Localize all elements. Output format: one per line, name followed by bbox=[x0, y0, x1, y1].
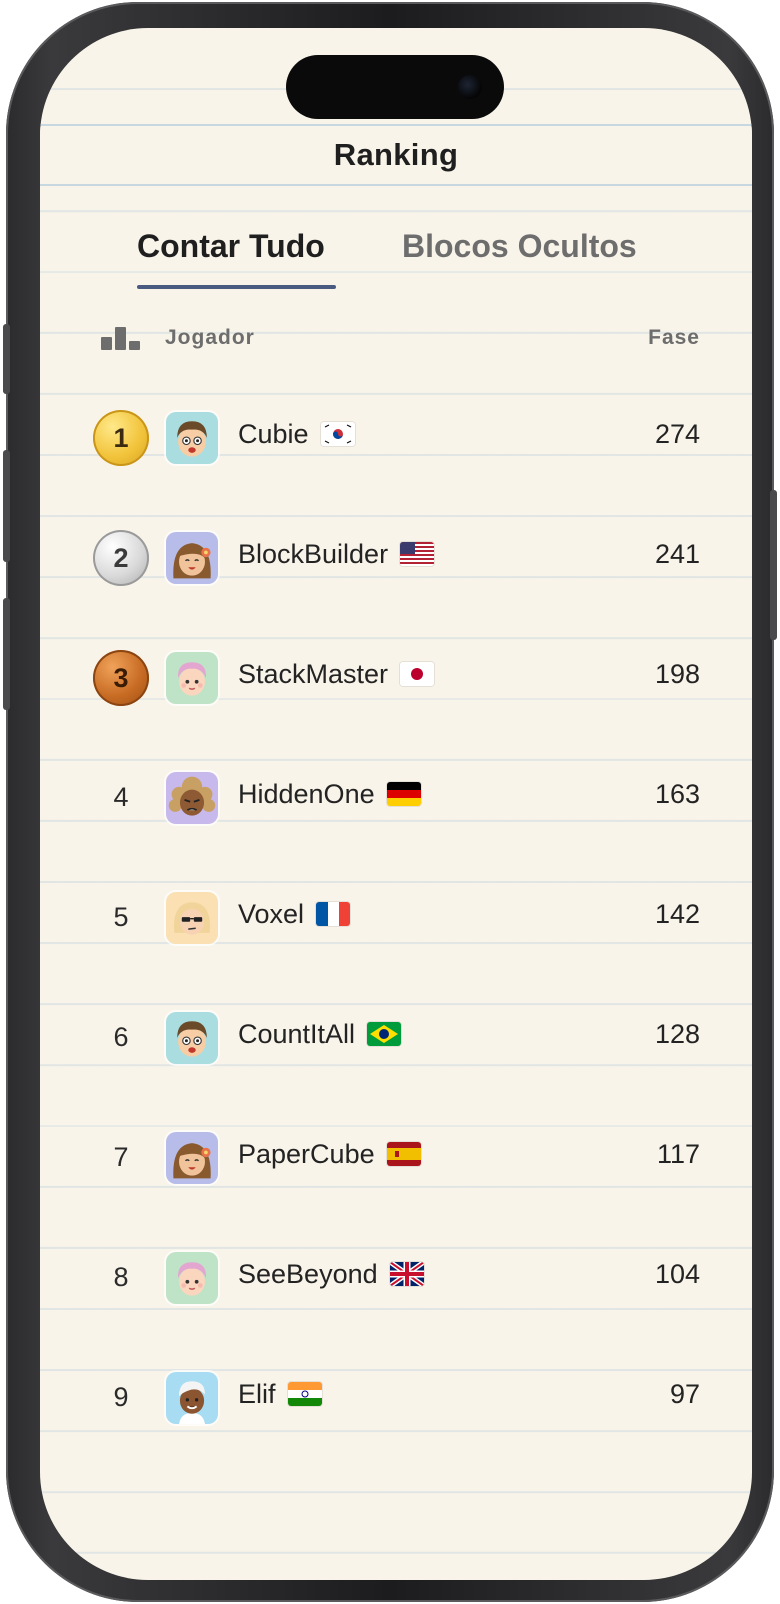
player-name: BlockBuilder bbox=[238, 539, 435, 570]
avatar-girl-flower bbox=[164, 1130, 220, 1186]
player-name-text: Voxel bbox=[238, 899, 305, 929]
player-phase: 198 bbox=[654, 659, 700, 689]
player-name-text: PaperCube bbox=[238, 1139, 375, 1169]
avatar-sunglasses-blonde bbox=[164, 890, 220, 946]
bronze-medal-icon: 3 bbox=[93, 650, 149, 706]
player-name-text: StackMaster bbox=[238, 659, 389, 689]
flag-france-icon bbox=[316, 901, 351, 926]
avatar-pink-hair bbox=[164, 650, 220, 706]
rank-number: 4 bbox=[113, 782, 129, 812]
player-name-text: BlockBuilder bbox=[238, 539, 389, 569]
active-tab-indicator bbox=[137, 285, 336, 289]
player-name: StackMaster bbox=[238, 659, 435, 690]
rank-number: 9 bbox=[113, 1382, 129, 1412]
player-phase: 142 bbox=[654, 899, 700, 929]
column-header-player: Jogador bbox=[165, 326, 255, 349]
player-name-text: SeeBeyond bbox=[238, 1259, 378, 1289]
player-name-text: HiddenOne bbox=[238, 779, 375, 809]
player-name: PaperCube bbox=[238, 1139, 421, 1170]
player-name-text: Cubie bbox=[238, 419, 309, 449]
tab-bar: Contar Tudo Blocos Ocultos bbox=[40, 206, 752, 290]
leaderboard-row[interactable]: 10LayerUp89 bbox=[40, 1455, 752, 1474]
page-title: Ranking bbox=[333, 137, 459, 172]
player-phase: 128 bbox=[654, 1019, 700, 1049]
leaderboard-row[interactable]: 1 Cubie 274 bbox=[40, 375, 752, 495]
list-header: Jogador Fase bbox=[40, 312, 752, 362]
flag-brazil-icon bbox=[367, 1021, 402, 1046]
app-screen: 1 Cubie 274 2 BlockBuilder 241 3 StackMaster 198… bbox=[40, 28, 752, 1580]
flag-south-korea-icon bbox=[320, 421, 355, 446]
leaderboard-row[interactable]: 7 PaperCube 117 bbox=[40, 1095, 752, 1215]
player-name: Voxel bbox=[238, 899, 351, 930]
player-phase: 274 bbox=[654, 419, 700, 449]
player-name: Cubie bbox=[238, 419, 355, 450]
avatar-girl-flower bbox=[164, 530, 220, 586]
tab-blocos-ocultos[interactable]: Blocos Ocultos bbox=[402, 228, 637, 265]
avatar-pink-hair bbox=[164, 1250, 220, 1306]
rank-number: 5 bbox=[113, 902, 129, 932]
rank-number: 7 bbox=[113, 1142, 129, 1172]
flag-usa-icon bbox=[400, 541, 435, 566]
player-name: HiddenOne bbox=[238, 779, 421, 810]
player-phase: 97 bbox=[669, 1379, 700, 1409]
player-name: SeeBeyond bbox=[238, 1259, 424, 1290]
player-phase: 163 bbox=[654, 779, 700, 809]
dynamic-island bbox=[286, 55, 504, 119]
leaderboard-row[interactable]: 3 StackMaster 198 bbox=[40, 615, 752, 735]
avatar-curly-hair bbox=[164, 770, 220, 826]
volume-down-button bbox=[3, 598, 10, 710]
power-button bbox=[770, 490, 777, 640]
title-bar: Ranking bbox=[40, 124, 752, 186]
leaderboard-row[interactable]: 2 BlockBuilder 241 bbox=[40, 495, 752, 615]
avatar-boy-brown-hair bbox=[164, 1010, 220, 1066]
player-name-text: Elif bbox=[238, 1379, 276, 1409]
leaderboard-row[interactable]: 6 CountItAll 128 bbox=[40, 975, 752, 1095]
podium-icon bbox=[101, 326, 141, 350]
avatar-boy-brown-hair bbox=[164, 410, 220, 466]
flag-uk-icon bbox=[389, 1261, 424, 1286]
volume-up-button bbox=[3, 450, 10, 562]
player-phase: 117 bbox=[656, 1139, 700, 1169]
player-name: Elif bbox=[238, 1379, 322, 1410]
flag-spain-icon bbox=[386, 1141, 421, 1166]
player-phase: 104 bbox=[654, 1259, 700, 1289]
tab-contar-tudo[interactable]: Contar Tudo bbox=[137, 228, 325, 265]
gold-medal-icon: 1 bbox=[93, 410, 149, 466]
leaderboard-row[interactable]: 9 Elif 97 bbox=[40, 1335, 752, 1455]
player-phase: 241 bbox=[654, 539, 700, 569]
action-button bbox=[3, 324, 10, 394]
flag-germany-icon bbox=[386, 781, 421, 806]
flag-india-icon bbox=[287, 1381, 322, 1406]
rank-number: 6 bbox=[113, 1022, 129, 1052]
avatar-white-hair bbox=[164, 1370, 220, 1426]
camera-icon bbox=[458, 75, 482, 99]
player-name-text: CountItAll bbox=[238, 1019, 356, 1049]
silver-medal-icon: 2 bbox=[93, 530, 149, 586]
leaderboard-row[interactable]: 8 SeeBeyond 104 bbox=[40, 1215, 752, 1335]
leaderboard-row[interactable]: 5 Voxel 142 bbox=[40, 855, 752, 975]
phone-frame: 1 Cubie 274 2 BlockBuilder 241 3 StackMaster 198… bbox=[3, 2, 777, 1602]
leaderboard-row[interactable]: 4 HiddenOne 163 bbox=[40, 735, 752, 855]
column-header-phase: Fase bbox=[648, 326, 700, 349]
flag-japan-icon bbox=[400, 661, 435, 686]
rank-number: 8 bbox=[113, 1262, 129, 1292]
player-name: CountItAll bbox=[238, 1019, 402, 1050]
